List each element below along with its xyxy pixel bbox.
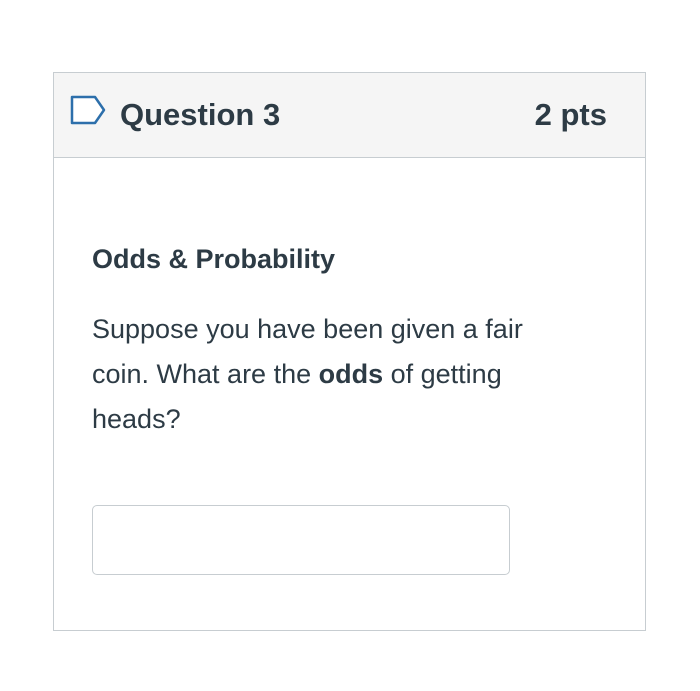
question-heading: Odds & Probability <box>92 244 336 274</box>
question-text-bold: odds <box>318 359 384 389</box>
question-header: Question 3 2 pts <box>54 73 645 158</box>
bookmark-flag-icon[interactable] <box>70 95 106 125</box>
question-points: 2 pts <box>534 97 607 132</box>
question-card: Question 3 2 pts Odds & Probability Supp… <box>53 72 646 631</box>
question-text: Suppose you have been given a fair coin.… <box>92 307 562 442</box>
question-body: Odds & Probability Suppose you have been… <box>92 241 592 442</box>
question-title: Question 3 <box>120 97 281 132</box>
answer-input[interactable] <box>92 505 510 575</box>
